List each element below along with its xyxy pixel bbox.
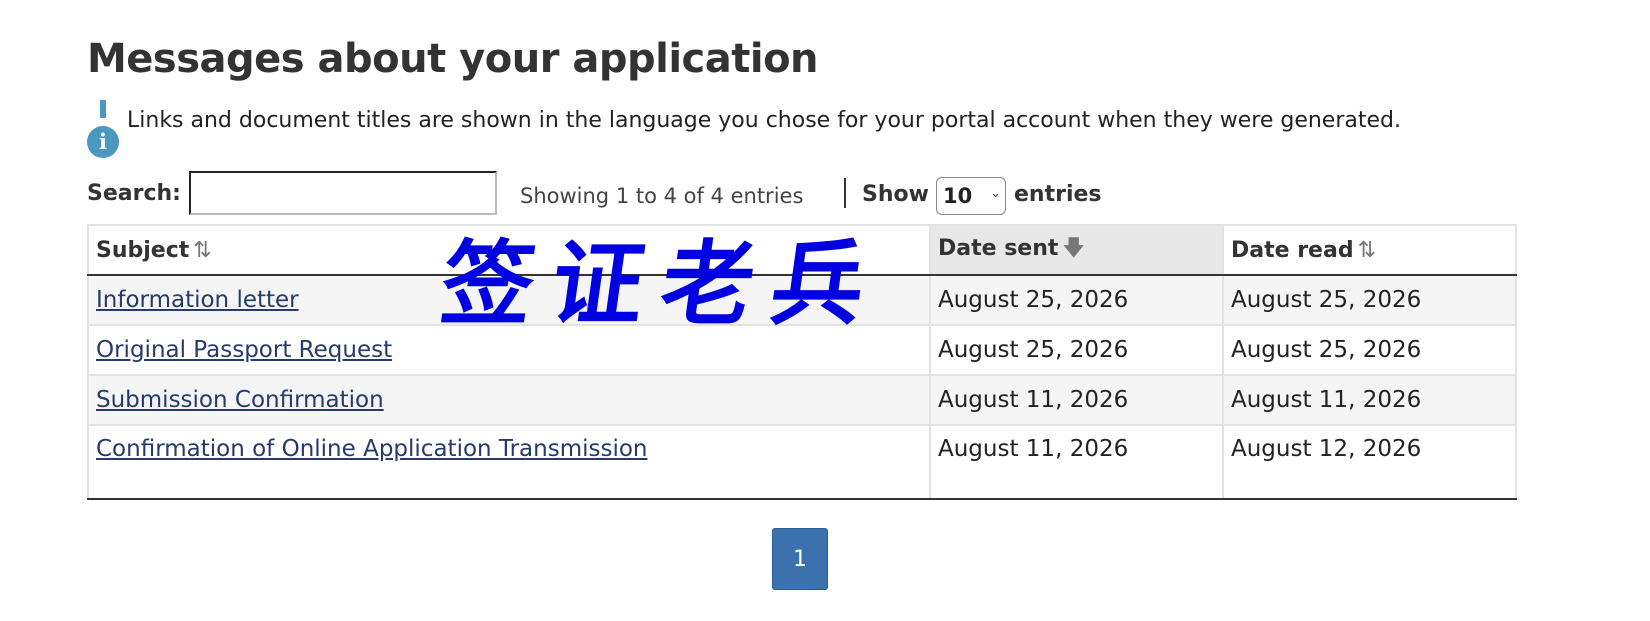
column-header-date-sent[interactable]: Date sent 🡇	[929, 224, 1224, 276]
sort-desc-icon: 🡇	[1062, 236, 1086, 261]
show-label: Show	[862, 182, 929, 207]
table-row: Original Passport Request August 25, 202…	[87, 324, 1517, 376]
search-label: Search:	[87, 181, 181, 206]
chevron-down-icon: ⌄	[990, 186, 1001, 201]
cell-subject: Original Passport Request	[87, 324, 931, 376]
cell-subject: Submission Confirmation	[87, 374, 931, 426]
cell-subject: Confirmation of Online Application Trans…	[87, 424, 931, 500]
info-icon: i	[87, 100, 121, 158]
page-length-value: 10	[943, 184, 973, 208]
cell-subject: Information letter	[87, 274, 931, 326]
column-header-label: Subject	[96, 237, 190, 263]
table-info: Showing 1 to 4 of 4 entries	[520, 184, 804, 208]
page-title: Messages about your application	[87, 36, 819, 82]
message-link[interactable]: Confirmation of Online Application Trans…	[96, 436, 648, 462]
messages-table-wrapper: Subject ⇅ Date sent 🡇 Date read ⇅ Informati…	[87, 224, 1517, 500]
message-link[interactable]: Original Passport Request	[96, 337, 392, 363]
entries-label: entries	[1014, 182, 1102, 207]
sort-both-icon: ⇅	[193, 237, 212, 263]
cell-date-read: August 11, 2026	[1222, 374, 1517, 426]
message-link[interactable]: Information letter	[96, 287, 299, 313]
cell-date-sent: August 11, 2026	[929, 374, 1224, 426]
table-row: Submission Confirmation August 11, 2026 …	[87, 374, 1517, 426]
table-row: Information letter August 25, 2026 Augus…	[87, 274, 1517, 326]
column-header-date-read[interactable]: Date read ⇅	[1222, 224, 1517, 276]
cell-date-sent: August 25, 2026	[929, 324, 1224, 376]
search-input[interactable]	[189, 171, 497, 215]
column-header-label: Date read	[1231, 237, 1354, 263]
cell-date-sent: August 11, 2026	[929, 424, 1224, 500]
column-header-label: Date sent	[938, 236, 1059, 261]
cell-date-read: August 12, 2026	[1222, 424, 1517, 500]
pagination-page-1[interactable]: 1	[772, 528, 828, 590]
messages-table: Subject ⇅ Date sent 🡇 Date read ⇅ Informati…	[87, 224, 1517, 500]
notice-text: Links and document titles are shown in t…	[127, 108, 1401, 133]
cell-date-sent: August 25, 2026	[929, 274, 1224, 326]
table-header-row: Subject ⇅ Date sent 🡇 Date read ⇅	[87, 224, 1517, 276]
cell-date-read: August 25, 2026	[1222, 324, 1517, 376]
cell-date-read: August 25, 2026	[1222, 274, 1517, 326]
toolbar-divider	[844, 178, 846, 208]
table-toolbar: Search: Showing 1 to 4 of 4 entries Show…	[87, 168, 1187, 220]
message-link[interactable]: Submission Confirmation	[96, 387, 384, 413]
page-length-select[interactable]: 10 ⌄	[936, 177, 1006, 215]
table-row: Confirmation of Online Application Trans…	[87, 424, 1517, 500]
column-header-subject[interactable]: Subject ⇅	[87, 224, 931, 276]
sort-both-icon: ⇅	[1357, 237, 1377, 263]
